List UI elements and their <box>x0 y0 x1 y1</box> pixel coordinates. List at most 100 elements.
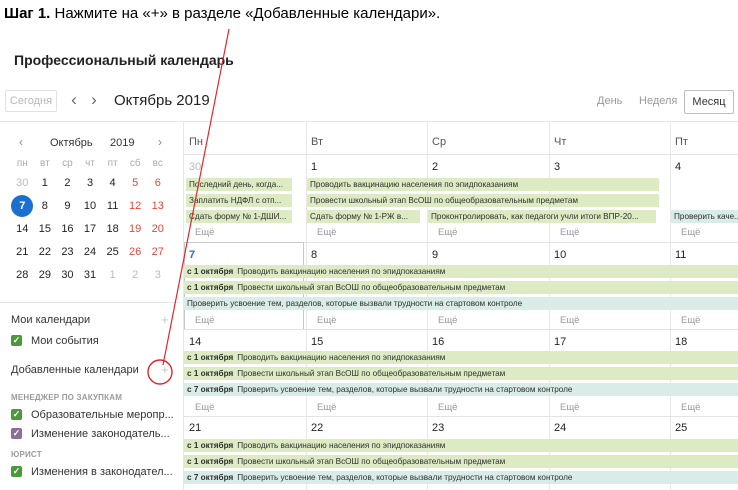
mini-day[interactable]: 14 <box>11 223 34 235</box>
event[interactable]: Проверить каче... <box>671 210 738 223</box>
today-button[interactable]: Сегодня <box>5 90 57 112</box>
my-events-checkbox[interactable]: ✓ <box>11 335 22 346</box>
mini-day[interactable]: 10 <box>79 200 102 212</box>
event[interactable]: Провести школьный этап ВсОШ по общеобраз… <box>307 194 659 207</box>
mini-day[interactable]: 17 <box>79 223 102 235</box>
day-number[interactable]: 14 <box>189 336 201 348</box>
mini-day-today[interactable]: 7 <box>11 194 34 217</box>
mini-day[interactable]: 28 <box>11 269 34 281</box>
event[interactable]: Сдать форму № 1-ДШИ... <box>186 210 292 223</box>
day-number[interactable]: 23 <box>432 422 444 434</box>
event[interactable]: с 1 октября Провести школьный этап ВсОШ п… <box>184 281 738 294</box>
more-link[interactable]: Ещё <box>438 402 457 413</box>
calendar-checkbox[interactable]: ✓ <box>11 409 22 420</box>
mini-day[interactable]: 4 <box>101 177 124 189</box>
mini-day[interactable]: 27 <box>146 246 169 258</box>
event[interactable]: Последний день, когда... <box>186 178 292 191</box>
more-link[interactable]: Ещё <box>681 227 700 238</box>
mini-prev-icon[interactable]: ‹ <box>19 135 23 149</box>
event[interactable]: с 1 октября Проводить вакцинацию населени… <box>184 351 738 364</box>
event[interactable]: с 1 октября Проводить вакцинацию населени… <box>184 439 738 452</box>
mini-day[interactable]: 30 <box>56 269 79 281</box>
more-link[interactable]: Ещё <box>560 315 579 326</box>
more-link[interactable]: Ещё <box>317 227 336 238</box>
mini-day[interactable]: 9 <box>56 200 79 212</box>
view-day-button[interactable]: День <box>597 95 622 107</box>
day-number[interactable]: 1 <box>311 161 317 173</box>
mini-day[interactable]: 24 <box>79 246 102 258</box>
mini-day[interactable]: 30 <box>11 177 34 189</box>
view-week-button[interactable]: Неделя <box>639 95 677 107</box>
day-number[interactable]: 11 <box>675 249 686 261</box>
chevron-left-icon[interactable]: ‹ <box>67 91 81 109</box>
mini-next-icon[interactable]: › <box>158 135 162 149</box>
day-number[interactable]: 22 <box>311 422 323 434</box>
mini-day[interactable]: 11 <box>101 200 124 212</box>
mini-day[interactable]: 16 <box>56 223 79 235</box>
mini-day[interactable]: 5 <box>124 177 147 189</box>
event[interactable]: Проверить усвоение тем, разделов, которы… <box>184 297 738 310</box>
add-calendar-plus-icon[interactable]: + <box>161 362 169 377</box>
day-number[interactable]: 18 <box>675 336 687 348</box>
mini-day[interactable]: 22 <box>34 246 57 258</box>
mini-day[interactable]: 12 <box>124 200 147 212</box>
event[interactable]: с 1 октября Провести школьный этап ВсОШ п… <box>184 367 738 380</box>
mini-day[interactable]: 20 <box>146 223 169 235</box>
mini-day[interactable]: 3 <box>146 269 169 281</box>
day-number[interactable]: 24 <box>554 422 566 434</box>
more-link[interactable]: Ещё <box>560 402 579 413</box>
more-link[interactable]: Ещё <box>195 402 214 413</box>
event[interactable]: с 1 октября Проводить вакцинацию населени… <box>184 265 738 278</box>
event[interactable]: Проконтролировать, как педагоги учли ито… <box>428 210 656 223</box>
add-my-calendar-plus-icon[interactable]: + <box>161 312 169 327</box>
more-link[interactable]: Ещё <box>317 402 336 413</box>
mini-day[interactable]: 25 <box>101 246 124 258</box>
more-link[interactable]: Ещё <box>195 227 214 238</box>
calendar-checkbox[interactable]: ✓ <box>11 466 22 477</box>
mini-day[interactable]: 2 <box>56 177 79 189</box>
day-number[interactable]: 4 <box>675 161 681 173</box>
event[interactable]: Сдать форму № 1-РЖ в... <box>307 210 420 223</box>
view-month-button[interactable]: Месяц <box>684 90 734 114</box>
mini-day[interactable]: 1 <box>101 269 124 281</box>
more-link[interactable]: Ещё <box>681 402 700 413</box>
day-number[interactable]: 30 <box>189 161 201 173</box>
event[interactable]: с 7 октября Проверить усвоение тем, разде… <box>184 471 738 484</box>
mini-day[interactable]: 19 <box>124 223 147 235</box>
mini-day[interactable]: 13 <box>146 200 169 212</box>
mini-day[interactable]: 6 <box>146 177 169 189</box>
mini-day[interactable]: 2 <box>124 269 147 281</box>
more-link[interactable]: Ещё <box>560 227 579 238</box>
mini-day[interactable]: 21 <box>11 246 34 258</box>
event[interactable]: с 7 октября Проверить усвоение тем, разде… <box>184 383 738 396</box>
event[interactable]: с 1 октября Провести школьный этап ВсОШ п… <box>184 455 738 468</box>
day-number[interactable]: 10 <box>554 249 566 261</box>
chevron-right-icon[interactable]: › <box>87 91 101 109</box>
mini-day[interactable]: 15 <box>34 223 57 235</box>
mini-day[interactable]: 18 <box>101 223 124 235</box>
more-link[interactable]: Ещё <box>317 315 336 326</box>
mini-day[interactable]: 1 <box>34 177 57 189</box>
day-number[interactable]: 2 <box>432 161 438 173</box>
more-link[interactable]: Ещё <box>195 315 214 326</box>
day-number[interactable]: 8 <box>311 249 317 261</box>
day-number[interactable]: 17 <box>554 336 566 348</box>
mini-day[interactable]: 29 <box>34 269 57 281</box>
mini-day[interactable]: 26 <box>124 246 147 258</box>
day-number[interactable]: 16 <box>432 336 444 348</box>
mini-day[interactable]: 8 <box>34 200 57 212</box>
mini-day[interactable]: 31 <box>79 269 102 281</box>
more-link[interactable]: Ещё <box>438 227 457 238</box>
mini-day[interactable]: 23 <box>56 246 79 258</box>
day-number[interactable]: 3 <box>554 161 560 173</box>
day-number-today[interactable]: 7 <box>189 249 195 261</box>
day-number[interactable]: 25 <box>675 422 687 434</box>
more-link[interactable]: Ещё <box>681 315 700 326</box>
day-number[interactable]: 15 <box>311 336 323 348</box>
calendar-checkbox[interactable]: ✓ <box>11 428 22 439</box>
day-number[interactable]: 21 <box>189 422 201 434</box>
event[interactable]: Проводить вакцинацию населения по эпидпо… <box>307 178 659 191</box>
more-link[interactable]: Ещё <box>438 315 457 326</box>
day-number[interactable]: 9 <box>432 249 438 261</box>
mini-day[interactable]: 3 <box>79 177 102 189</box>
